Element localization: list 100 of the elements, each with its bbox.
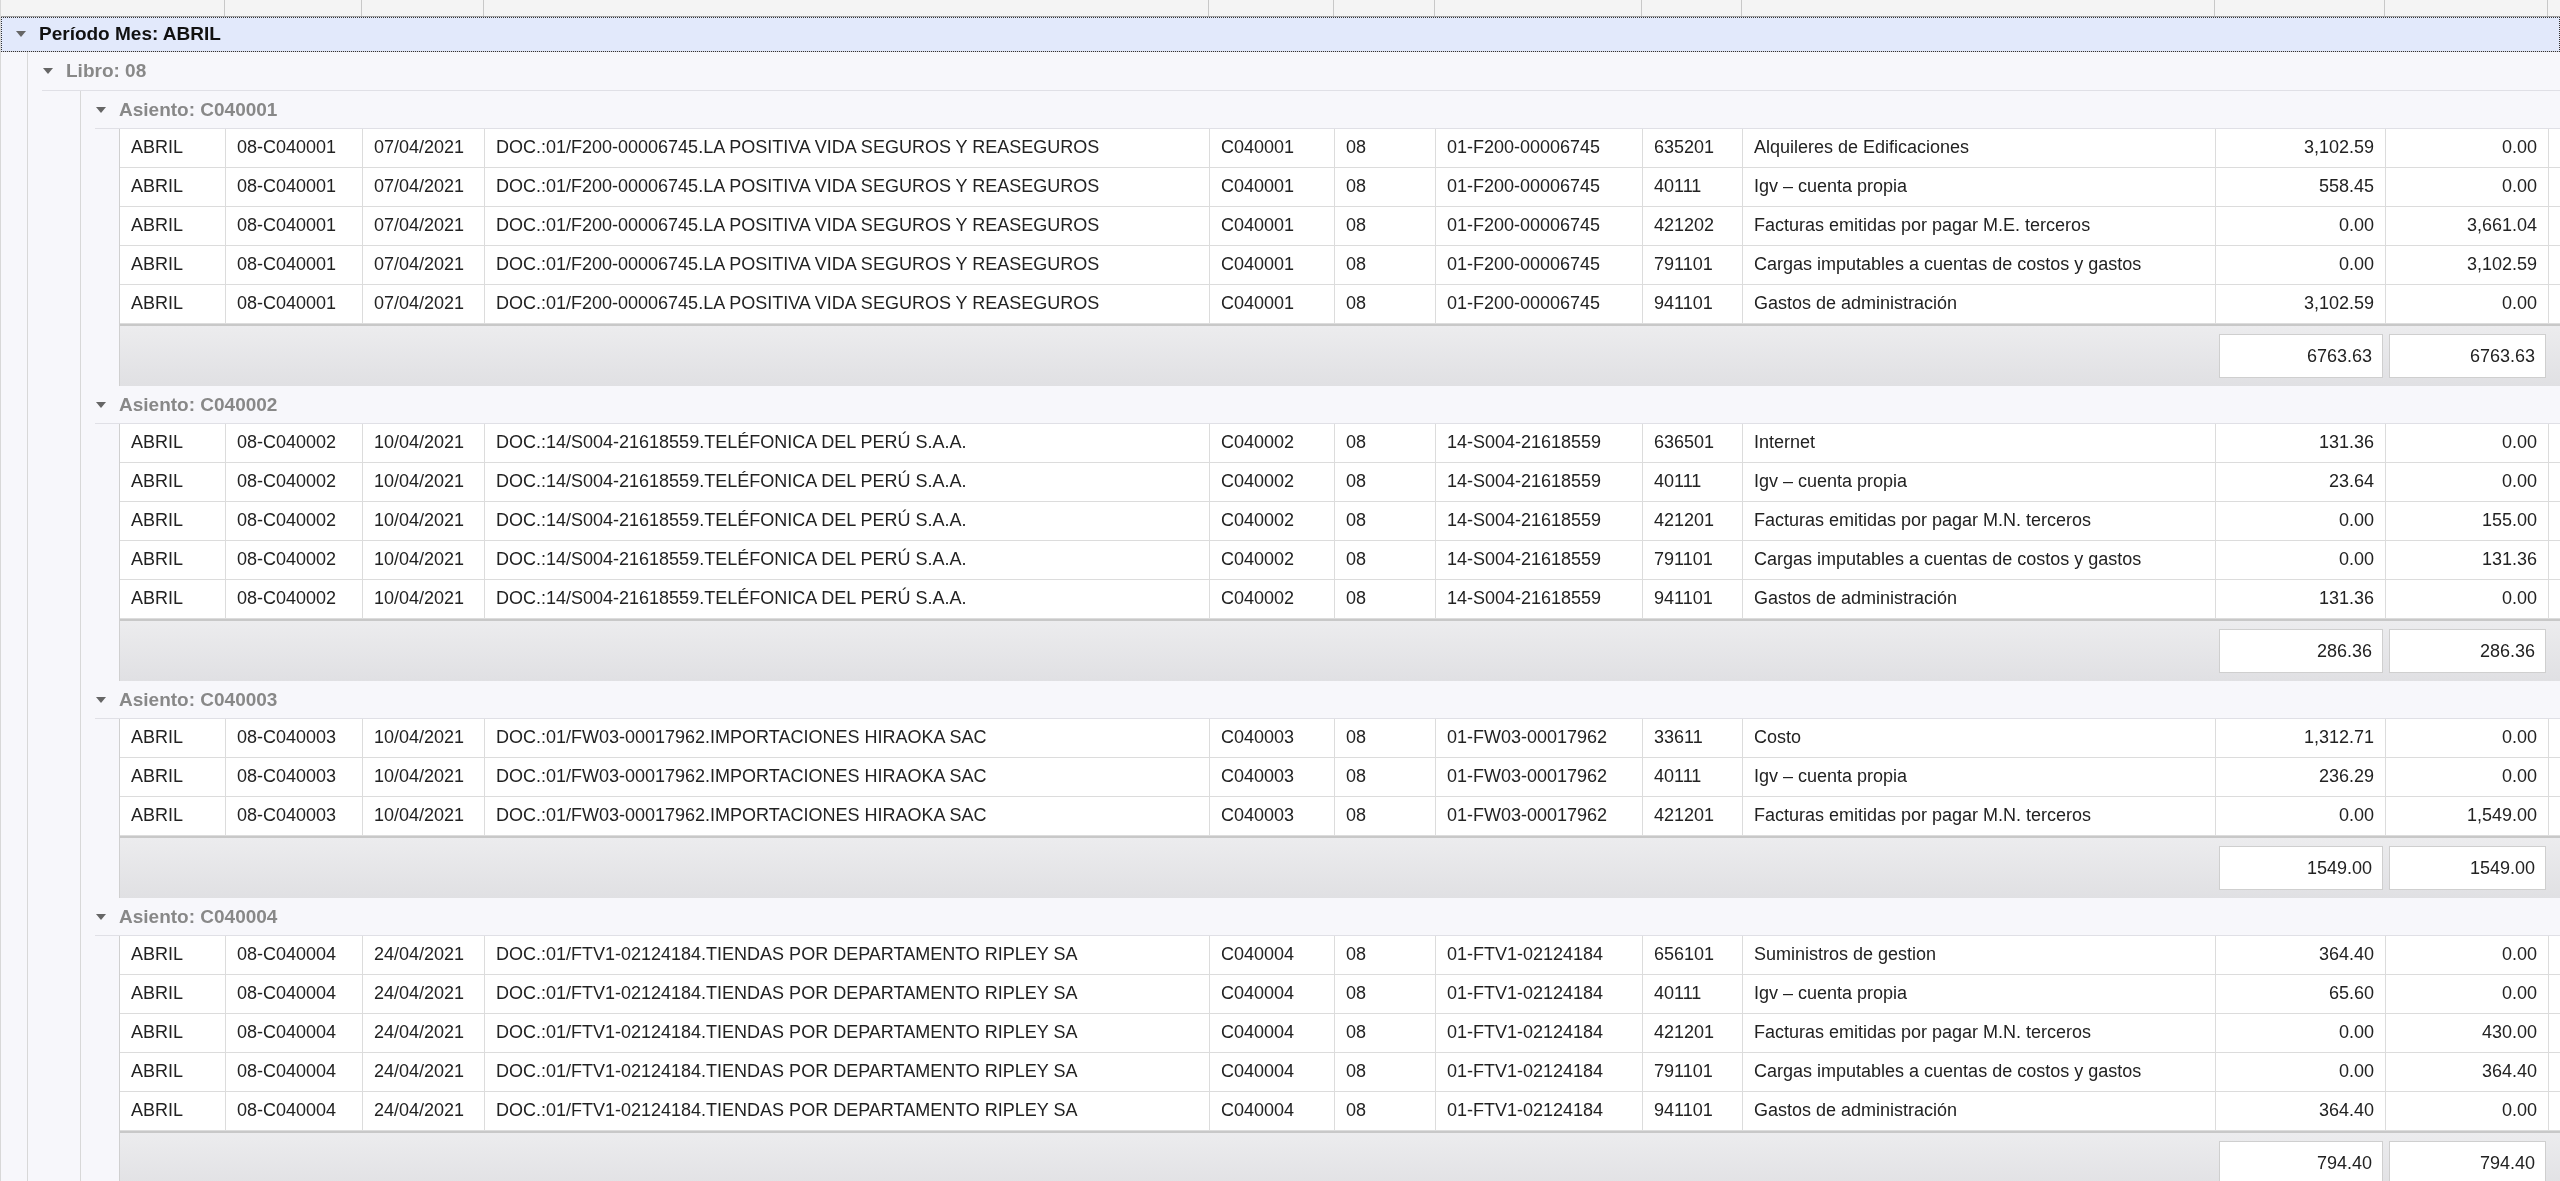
table-cell: 07/04/2021: [363, 129, 485, 167]
table-cell: 0.00: [2386, 758, 2549, 796]
table-cell: ABRIL: [120, 207, 226, 245]
table-cell: ABRIL: [120, 580, 226, 618]
table-cell: 07/04/2021: [363, 168, 485, 206]
table-cell: 08-C040001: [226, 246, 363, 284]
table-cell: ABRIL: [120, 719, 226, 757]
table-cell: DOC.:01/F200-00006745.LA POSITIVA VIDA SEGUROS Y REASEGUROS: [485, 207, 1210, 245]
table-cell: 0.00: [2386, 580, 2549, 618]
table-cell: Cargas imputables a cuentas de costos y gastos: [1743, 541, 2216, 579]
table-cell: 10/04/2021: [363, 502, 485, 540]
group-label: Asiento: C040002: [119, 393, 278, 416]
table-cell: Cargas imputables a cuentas de costos y gastos: [1743, 1053, 2216, 1091]
table-cell: 0.00: [2216, 797, 2386, 835]
table-cell: 08: [1335, 207, 1436, 245]
table-cell: 01-F200-00006745: [1436, 246, 1643, 284]
table-cell: 08: [1335, 1053, 1436, 1091]
table-cell: 941101: [1643, 580, 1743, 618]
table-cell: DOC.:14/S004-21618559.TELÉFONICA DEL PERÚ S.A.A.: [485, 541, 1210, 579]
table-cell: DOC.:01/FTV1-02124184.TIENDAS POR DEPARTAMENTO RIPLEY SA: [485, 1092, 1210, 1130]
table-cell: Internet: [1743, 424, 2216, 462]
table-cell: Cargas imputables a cuentas de costos y gastos: [1743, 246, 2216, 284]
table-cell: 01-FTV1-02124184: [1436, 1092, 1643, 1130]
table-cell: C040003: [1210, 797, 1335, 835]
table-cell: 01-F200-00006745: [1436, 285, 1643, 323]
total-value: 6763.63: [2389, 334, 2546, 378]
table-cell: 421202: [1643, 207, 1743, 245]
table-cell: 0.00: [2216, 502, 2386, 540]
table-cell: 40111: [1643, 975, 1743, 1013]
group-label: Asiento: C040003: [119, 688, 278, 711]
table-cell: 421201: [1643, 502, 1743, 540]
table-cell: 08: [1335, 541, 1436, 579]
table-cell: 40111: [1643, 168, 1743, 206]
table-cell: ABRIL: [120, 1092, 226, 1130]
table-cell: 08: [1335, 797, 1436, 835]
table-cell: 23.64: [2216, 463, 2386, 501]
table-cell: 0.00: [2386, 168, 2549, 206]
table-cell: DOC.:01/FTV1-02124184.TIENDAS POR DEPARTAMENTO RIPLEY SA: [485, 1053, 1210, 1091]
table-cell: 636501: [1643, 424, 1743, 462]
table-cell: 07/04/2021: [363, 246, 485, 284]
table-cell: 01-FTV1-02124184: [1436, 1014, 1643, 1052]
table-cell: 40111: [1643, 463, 1743, 501]
table-cell: 08: [1335, 168, 1436, 206]
table-cell: 10/04/2021: [363, 541, 485, 579]
table-cell: C040001: [1210, 285, 1335, 323]
table-cell: C040002: [1210, 463, 1335, 501]
table-cell: 10/04/2021: [363, 758, 485, 796]
table-cell: C040002: [1210, 580, 1335, 618]
table-cell: 01-F200-00006745: [1436, 168, 1643, 206]
table-cell: 10/04/2021: [363, 797, 485, 835]
table-cell: ABRIL: [120, 1014, 226, 1052]
total-value: 286.36: [2219, 629, 2383, 673]
table-cell: 08-C040002: [226, 502, 363, 540]
table-cell: 10/04/2021: [363, 580, 485, 618]
table-cell: 40111: [1643, 758, 1743, 796]
table-cell: Igv – cuenta propia: [1743, 975, 2216, 1013]
table-cell: DOC.:01/FW03-00017962.IMPORTACIONES HIRAOKA SAC: [485, 797, 1210, 835]
table-cell: 0.00: [2386, 975, 2549, 1013]
table-cell: DOC.:01/FTV1-02124184.TIENDAS POR DEPARTAMENTO RIPLEY SA: [485, 975, 1210, 1013]
table-cell: 08-C040003: [226, 758, 363, 796]
table-cell: DOC.:01/FW03-00017962.IMPORTACIONES HIRAOKA SAC: [485, 719, 1210, 757]
table-cell: 08-C040004: [226, 1053, 363, 1091]
table-cell: 791101: [1643, 541, 1743, 579]
group-label: Período Mes: ABRIL: [39, 23, 221, 45]
table-cell: 08-C040002: [226, 463, 363, 501]
table-cell: 08: [1335, 936, 1436, 974]
table-cell: 08-C040001: [226, 129, 363, 167]
table-cell: 08-C040004: [226, 1014, 363, 1052]
table-cell: Facturas emitidas por pagar M.N. terceros: [1743, 1014, 2216, 1052]
table-cell: 08-C040001: [226, 168, 363, 206]
table-cell: DOC.:01/FTV1-02124184.TIENDAS POR DEPARTAMENTO RIPLEY SA: [485, 936, 1210, 974]
table-cell: 14-S004-21618559: [1436, 463, 1643, 501]
table-cell: DOC.:01/F200-00006745.LA POSITIVA VIDA SEGUROS Y REASEGUROS: [485, 285, 1210, 323]
table-cell: 558.45: [2216, 168, 2386, 206]
table-cell: 33611: [1643, 719, 1743, 757]
table-cell: ABRIL: [120, 502, 226, 540]
table-cell: DOC.:01/F200-00006745.LA POSITIVA VIDA SEGUROS Y REASEGUROS: [485, 129, 1210, 167]
table-cell: 0.00: [2386, 1092, 2549, 1130]
table-cell: DOC.:01/F200-00006745.LA POSITIVA VIDA SEGUROS Y REASEGUROS: [485, 246, 1210, 284]
table-cell: C040004: [1210, 1014, 1335, 1052]
table-cell: 10/04/2021: [363, 424, 485, 462]
table-cell: 65.60: [2216, 975, 2386, 1013]
table-cell: 791101: [1643, 1053, 1743, 1091]
table-cell: C040002: [1210, 502, 1335, 540]
table-cell: C040002: [1210, 541, 1335, 579]
group-row[interactable]: Período Mes: ABRIL: [1, 17, 2560, 52]
table-cell: ABRIL: [120, 246, 226, 284]
table-cell: 08-C040002: [226, 541, 363, 579]
table-cell: 155.00: [2386, 502, 2549, 540]
table-cell: 08: [1335, 129, 1436, 167]
table-cell: Igv – cuenta propia: [1743, 463, 2216, 501]
table-cell: 08-C040001: [226, 285, 363, 323]
table-cell: 08-C040003: [226, 797, 363, 835]
table-cell: 24/04/2021: [363, 975, 485, 1013]
table-cell: 08: [1335, 719, 1436, 757]
table-cell: 24/04/2021: [363, 1053, 485, 1091]
table-cell: 0.00: [2216, 541, 2386, 579]
table-cell: C040004: [1210, 975, 1335, 1013]
table-cell: C040003: [1210, 719, 1335, 757]
table-cell: 08: [1335, 463, 1436, 501]
